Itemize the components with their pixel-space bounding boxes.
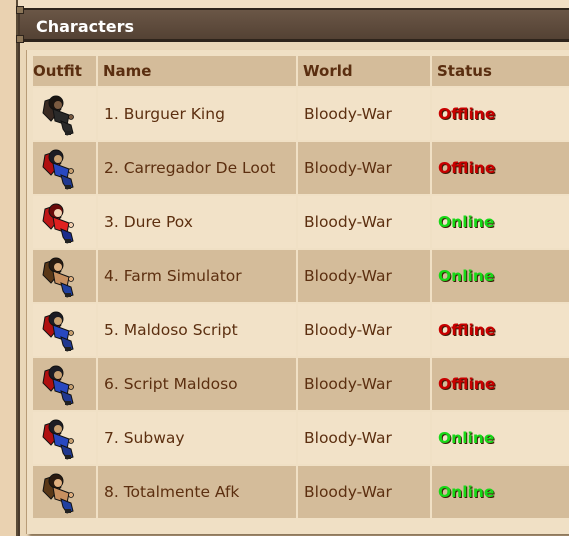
characters-table-container: Outfit Name World Status 1. Burguer King…	[26, 50, 569, 534]
character-name[interactable]: 7. Subway	[98, 412, 296, 464]
character-name[interactable]: 5. Maldoso Script	[98, 304, 296, 356]
status-cell: Online	[432, 466, 569, 518]
status-cell: Online	[432, 250, 569, 302]
outfit-cell	[33, 466, 96, 518]
character-name[interactable]: 2. Carregador De Loot	[98, 142, 296, 194]
outfit-cell	[33, 250, 96, 302]
character-row: 6. Script Maldoso Bloody-War Offline	[33, 358, 569, 410]
character-row: 3. Dure Pox Bloody-War Online	[33, 196, 569, 248]
character-name[interactable]: 6. Script Maldoso	[98, 358, 296, 410]
status-badge: Online	[438, 213, 495, 231]
status-badge: Offline	[438, 159, 496, 177]
status-badge: Offline	[438, 321, 496, 339]
status-badge: Online	[438, 429, 495, 447]
character-row: 5. Maldoso Script Bloody-War Offline	[33, 304, 569, 356]
character-world: Bloody-War	[298, 88, 430, 140]
outfit-brown-blue-icon	[33, 469, 96, 515]
characters-panel: Characters Outfit Name World Status 1. B…	[16, 6, 569, 536]
character-name[interactable]: 3. Dure Pox	[98, 196, 296, 248]
outfit-brown-blue-icon	[33, 253, 96, 299]
outfit-blue-red-caped-icon	[33, 361, 96, 407]
status-cell: Offline	[432, 304, 569, 356]
column-header-name: Name	[98, 56, 296, 86]
status-badge: Online	[438, 483, 495, 501]
character-world: Bloody-War	[298, 304, 430, 356]
character-row: 1. Burguer King Bloody-War Offline	[33, 88, 569, 140]
outfit-cell	[33, 88, 96, 140]
status-badge: Online	[438, 267, 495, 285]
character-world: Bloody-War	[298, 358, 430, 410]
outfit-cell	[33, 358, 96, 410]
status-badge: Offline	[438, 375, 496, 393]
character-row: 8. Totalmente Afk Bloody-War Online	[33, 466, 569, 518]
character-world: Bloody-War	[298, 466, 430, 518]
outfit-blue-red-caped-icon	[33, 415, 96, 461]
page-left-border	[0, 0, 18, 536]
outfit-dark-warrior-icon	[33, 91, 96, 137]
status-badge: Offline	[438, 105, 496, 123]
status-cell: Offline	[432, 142, 569, 194]
status-cell: Offline	[432, 88, 569, 140]
caption-corner-ornament	[16, 6, 24, 14]
characters-caption-bar: Characters	[16, 6, 569, 43]
column-header-world: World	[298, 56, 430, 86]
character-name[interactable]: 1. Burguer King	[98, 88, 296, 140]
table-header-row: Outfit Name World Status	[33, 56, 569, 86]
character-name[interactable]: 4. Farm Simulator	[98, 250, 296, 302]
character-world: Bloody-War	[298, 250, 430, 302]
outfit-cell	[33, 196, 96, 248]
status-cell: Online	[432, 196, 569, 248]
characters-table: Outfit Name World Status 1. Burguer King…	[31, 54, 569, 520]
outfit-blue-red-caped-icon	[33, 145, 96, 191]
character-name[interactable]: 8. Totalmente Afk	[98, 466, 296, 518]
column-header-outfit: Outfit	[33, 56, 96, 86]
status-cell: Online	[432, 412, 569, 464]
outfit-cell	[33, 412, 96, 464]
character-world: Bloody-War	[298, 412, 430, 464]
outfit-cell	[33, 304, 96, 356]
outfit-red-warrior-icon	[33, 199, 96, 245]
character-world: Bloody-War	[298, 142, 430, 194]
character-world: Bloody-War	[298, 196, 430, 248]
caption-corner-ornament	[16, 35, 24, 43]
character-row: 7. Subway Bloody-War Online	[33, 412, 569, 464]
outfit-blue-red-caped-icon	[33, 307, 96, 353]
character-row: 2. Carregador De Loot Bloody-War Offline	[33, 142, 569, 194]
character-row: 4. Farm Simulator Bloody-War Online	[33, 250, 569, 302]
outfit-cell	[33, 142, 96, 194]
column-header-status: Status	[432, 56, 569, 86]
panel-title: Characters	[36, 17, 135, 36]
status-cell: Offline	[432, 358, 569, 410]
